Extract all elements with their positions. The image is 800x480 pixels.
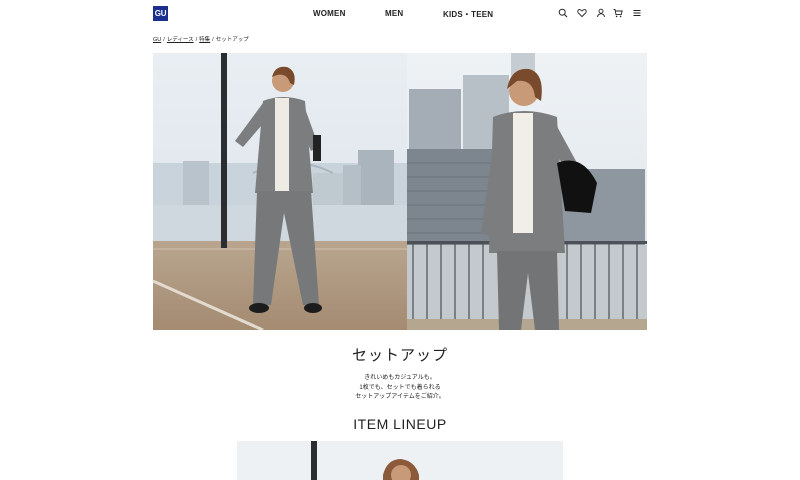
breadcrumb-gu[interactable]: GU xyxy=(153,37,161,43)
breadcrumb-ladies[interactable]: レディース xyxy=(167,37,194,43)
nav-men[interactable]: MEN xyxy=(385,9,403,18)
feature-lead-line: セットアップアイテムをご紹介。 xyxy=(355,394,445,400)
menu-icon[interactable] xyxy=(632,8,642,18)
feature-lead-line: きれいめもカジュアルも。 xyxy=(364,375,436,381)
hero-image xyxy=(153,53,647,330)
hero-photo-right xyxy=(407,53,647,330)
breadcrumb-feature[interactable]: 特集 xyxy=(199,37,210,43)
heart-icon[interactable] xyxy=(577,8,587,18)
breadcrumb-current: セットアップ xyxy=(215,37,249,43)
breadcrumb: GU / レディース / 特集 / セットアップ xyxy=(153,35,249,43)
page: GU WOMEN MEN KIDS・TEEN GU / レディース / 特集 / セットアッ… xyxy=(0,0,800,480)
nav-women[interactable]: WOMEN xyxy=(313,9,346,18)
user-icon[interactable] xyxy=(596,8,606,18)
nav-kids-teen[interactable]: KIDS・TEEN xyxy=(443,9,493,20)
breadcrumb-separator: / xyxy=(163,37,165,43)
lineup-photo[interactable] xyxy=(237,441,563,480)
feature-title: セットアップ xyxy=(351,347,448,364)
hero-photo-left xyxy=(153,53,407,330)
breadcrumb-separator: / xyxy=(195,37,198,43)
feature-lead: きれいめもカジュアルも。 1枚でも、セットでも着られる セットアップアイテムをご… xyxy=(0,374,800,403)
breadcrumb-separator: / xyxy=(212,37,214,43)
cart-icon[interactable] xyxy=(613,8,623,18)
gu-logo[interactable]: GU xyxy=(153,6,168,21)
item-lineup-heading: ITEM LINEUP xyxy=(353,416,447,432)
feature-lead-line: 1枚でも、セットでも着られる xyxy=(359,384,441,391)
search-icon[interactable] xyxy=(558,8,568,18)
